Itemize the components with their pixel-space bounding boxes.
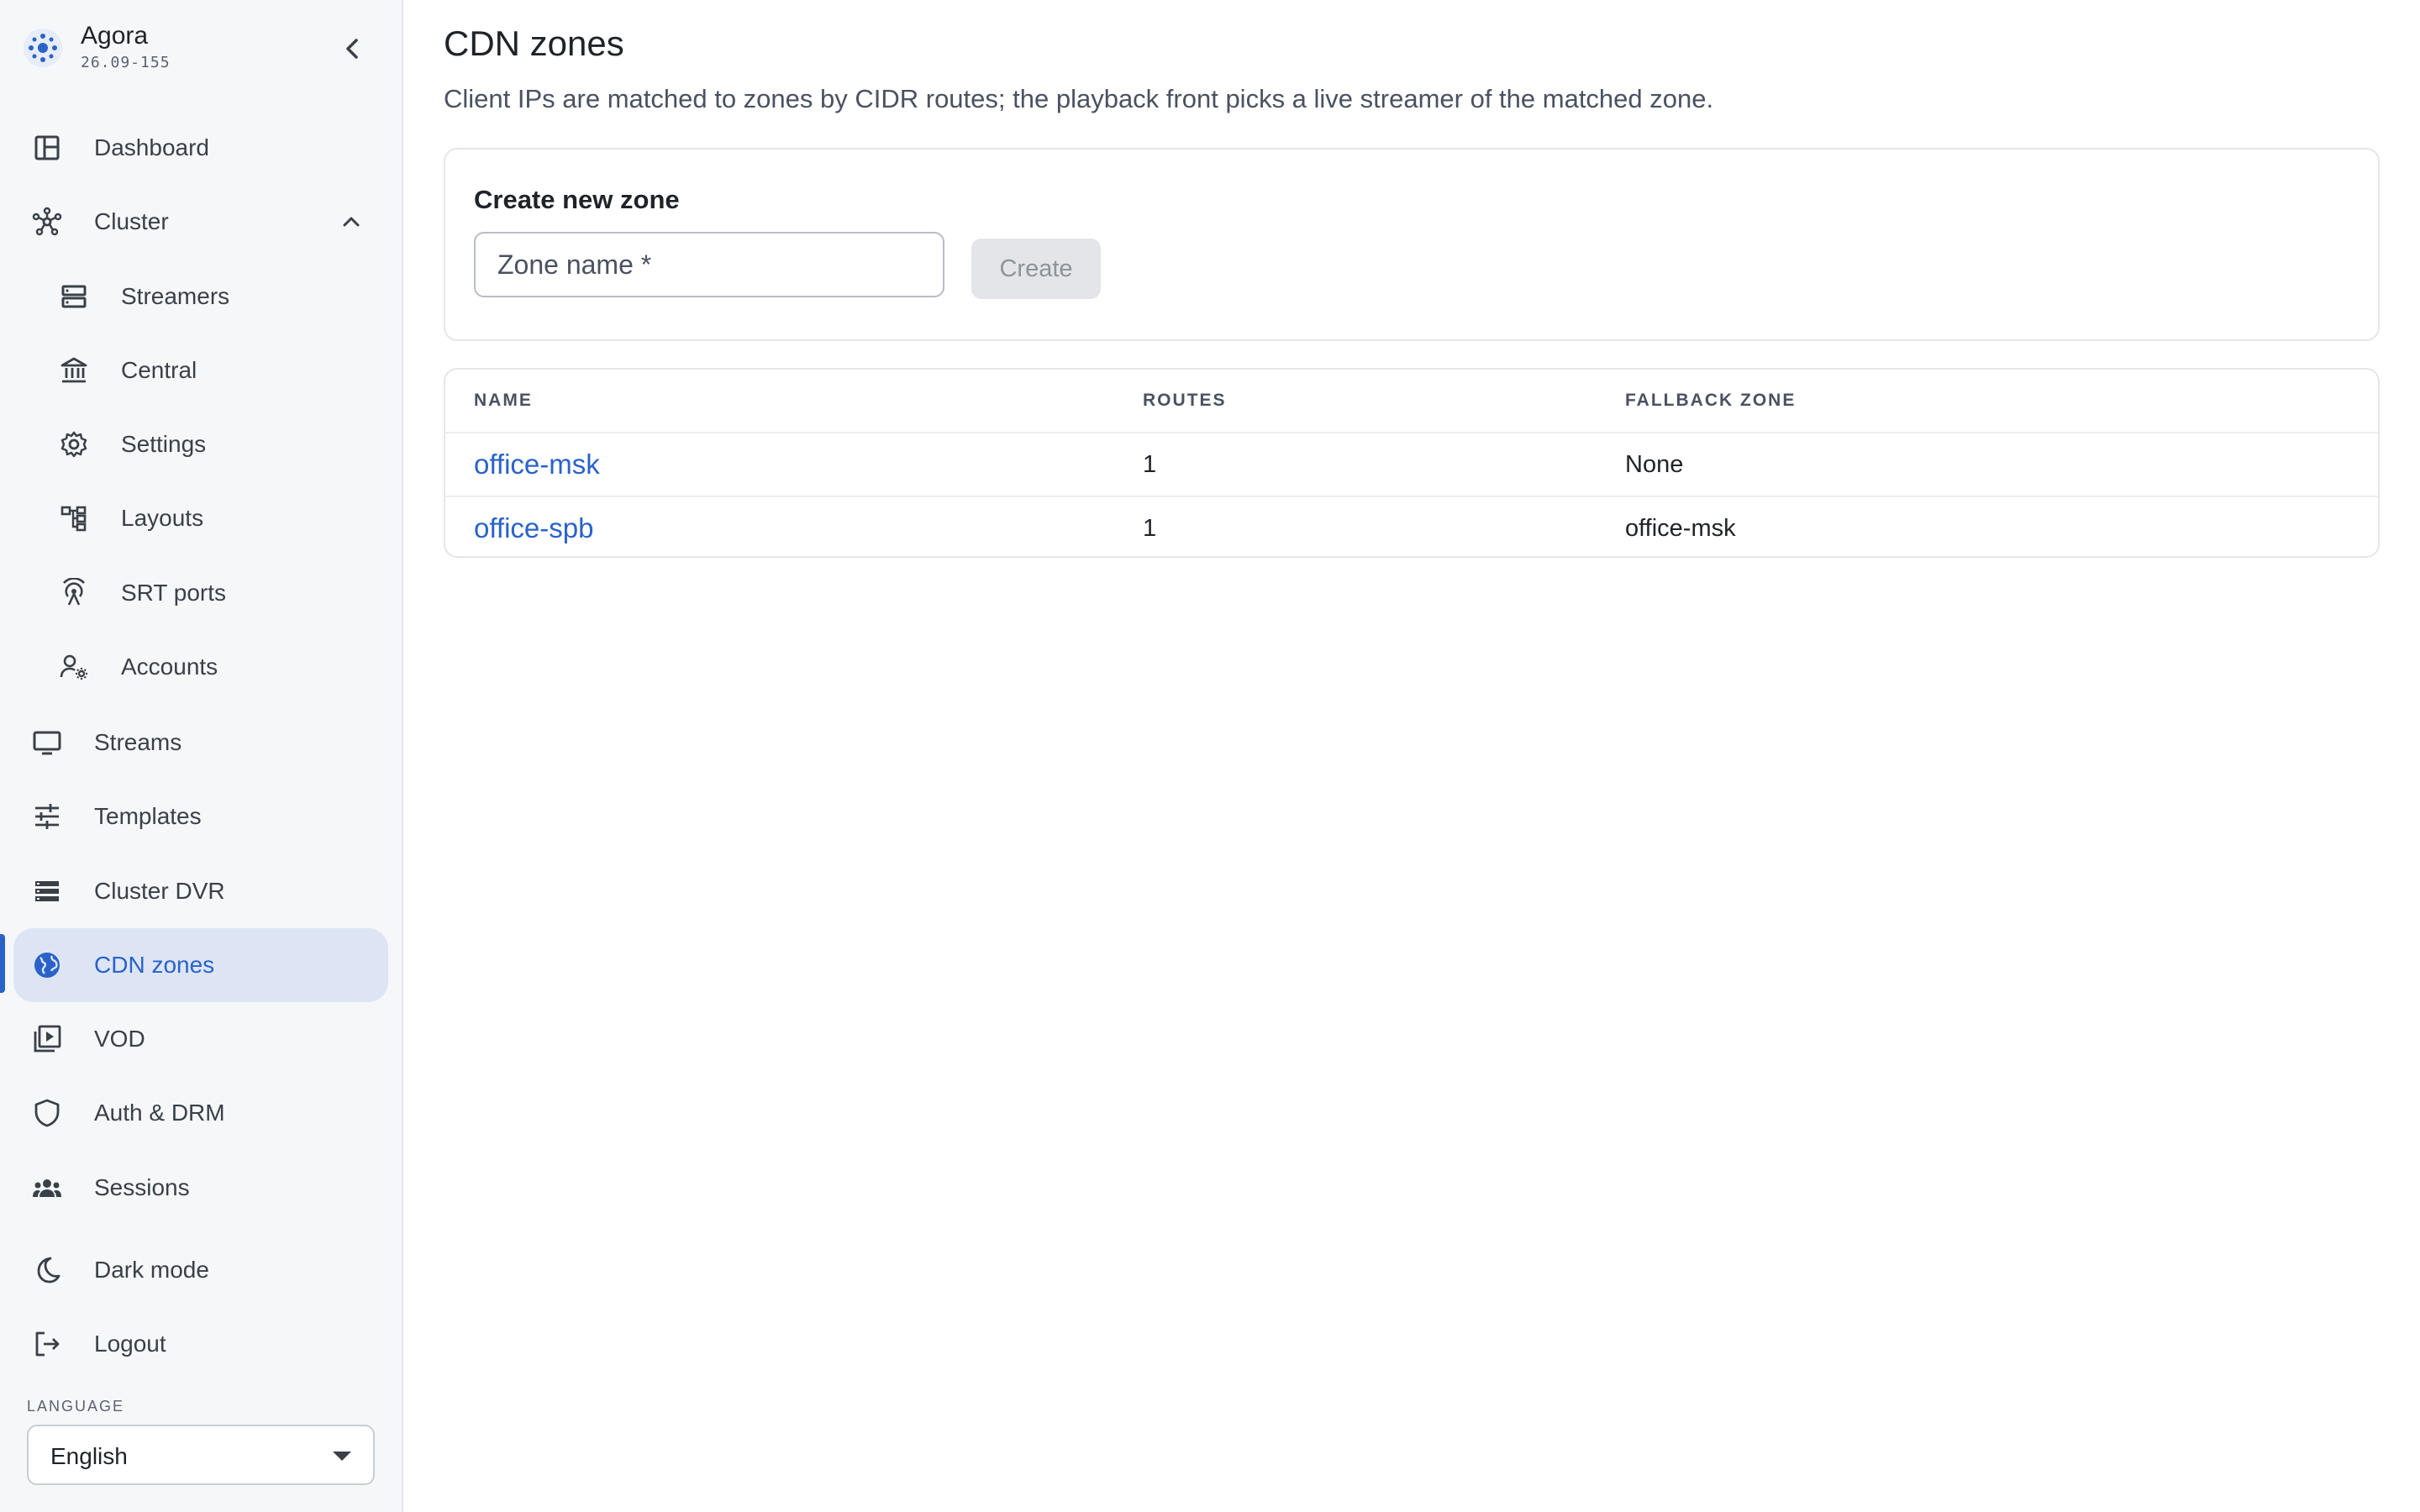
- dark-mode-toggle[interactable]: Dark mode: [13, 1233, 388, 1307]
- zone-routes-cell: 1: [1143, 433, 1625, 497]
- layout-tree-icon: [60, 506, 87, 532]
- nav-srt-ports-label: SRT ports: [121, 580, 227, 606]
- nav-sessions[interactable]: Sessions: [13, 1151, 388, 1225]
- globe-icon: [34, 953, 60, 978]
- nav-templates[interactable]: Templates: [13, 780, 388, 853]
- user-gear-icon: [60, 654, 87, 680]
- dark-mode-label: Dark mode: [94, 1257, 209, 1283]
- nav-dashboard[interactable]: Dashboard: [13, 111, 388, 185]
- sidebar: Agora 26.09-155 Dashboard Cluster Stream…: [0, 0, 403, 1512]
- table-row[interactable]: office-msk 1 None: [445, 433, 2378, 497]
- logout-icon: [35, 1331, 60, 1357]
- sliders-icon: [35, 804, 59, 829]
- active-indicator: [0, 934, 5, 993]
- language-label: LANGUAGE: [27, 1398, 125, 1415]
- nav-streams-label: Streams: [94, 729, 182, 755]
- moon-icon: [37, 1257, 60, 1284]
- zone-routes-cell: 1: [1143, 514, 1157, 542]
- nav-layouts[interactable]: Layouts: [13, 481, 388, 555]
- create-zone-card: Create new zone Create: [444, 148, 2380, 341]
- zones-table-card: NAME ROUTES FALLBACK ZONE office-msk 1 N…: [444, 368, 2380, 558]
- nav-auth-drm[interactable]: Auth & DRM: [13, 1076, 388, 1150]
- institution-icon: [60, 357, 87, 383]
- brand: Agora 26.09-155: [20, 18, 373, 77]
- column-header-name[interactable]: NAME: [445, 370, 1143, 433]
- chevron-up-icon: [343, 217, 360, 227]
- video-library-icon: [34, 1025, 61, 1053]
- nav-central[interactable]: Central: [13, 333, 388, 407]
- column-header-fallback[interactable]: FALLBACK ZONE: [1625, 370, 2378, 433]
- gear-icon: [60, 431, 87, 458]
- group-icon: [33, 1179, 61, 1197]
- broadcast-icon: [63, 578, 85, 606]
- page-title: CDN zones: [444, 24, 624, 63]
- zones-table: NAME ROUTES FALLBACK ZONE office-msk 1 N…: [445, 370, 2378, 556]
- nav-accounts-label: Accounts: [121, 654, 218, 680]
- collapse-sidebar-button[interactable]: [334, 30, 371, 67]
- zone-link[interactable]: office-msk: [474, 449, 600, 480]
- zone-fallback-cell: None: [1625, 433, 2378, 497]
- logout-label: Logout: [94, 1331, 166, 1357]
- server-icon: [61, 285, 87, 308]
- nav-settings[interactable]: Settings: [13, 407, 388, 481]
- zone-name-cell: office-spb: [445, 496, 1143, 556]
- nav-accounts[interactable]: Accounts: [13, 630, 388, 704]
- shield-icon: [34, 1099, 60, 1127]
- monitor-icon: [33, 731, 61, 755]
- nav-dashboard-label: Dashboard: [94, 134, 209, 160]
- nav-auth-drm-label: Auth & DRM: [94, 1100, 225, 1126]
- nav-vod[interactable]: VOD: [13, 1002, 388, 1076]
- zone-link[interactable]: office-spb: [474, 512, 593, 543]
- logo-icon: [24, 29, 62, 67]
- table-header-row: NAME ROUTES FALLBACK ZONE: [445, 370, 2378, 433]
- nav-sessions-label: Sessions: [94, 1174, 190, 1200]
- table-row[interactable]: office-spb 1 office-msk: [445, 496, 2378, 556]
- app-name: Agora: [81, 22, 149, 50]
- zone-name-input[interactable]: [474, 232, 944, 297]
- zone-fallback-cell: office-msk: [1625, 514, 1736, 542]
- chevron-left-icon: [346, 39, 358, 59]
- nav-streams[interactable]: Streams: [13, 706, 388, 780]
- caret-down-icon: [333, 1452, 351, 1461]
- page-subtitle: Client IPs are matched to zones by CIDR …: [444, 84, 1714, 113]
- nav-cluster-dvr-label: Cluster DVR: [94, 878, 225, 904]
- nav-layouts-label: Layouts: [121, 505, 204, 531]
- zone-name-cell: office-msk: [445, 433, 1143, 497]
- nav-srt-ports[interactable]: SRT ports: [13, 556, 388, 630]
- nav-cluster-dvr[interactable]: Cluster DVR: [13, 854, 388, 928]
- nav-cdn-zones-label: CDN zones: [94, 952, 215, 978]
- create-button[interactable]: Create: [971, 239, 1101, 299]
- nav-streamers[interactable]: Streamers: [13, 260, 388, 333]
- dashboard-icon: [34, 135, 60, 160]
- nav-cdn-zones[interactable]: CDN zones: [13, 928, 388, 1002]
- app-version: 26.09-155: [81, 54, 171, 71]
- nav-cluster[interactable]: Cluster: [13, 185, 388, 259]
- column-header-routes[interactable]: ROUTES: [1143, 370, 1625, 433]
- nav-streamers-label: Streamers: [121, 283, 230, 309]
- language-value: English: [50, 1443, 128, 1469]
- nav-templates-label: Templates: [94, 803, 202, 829]
- nav-central-label: Central: [121, 357, 197, 383]
- logout-button[interactable]: Logout: [13, 1307, 388, 1381]
- nav-cluster-label: Cluster: [94, 208, 169, 234]
- nav-settings-label: Settings: [121, 431, 207, 457]
- storage-icon: [35, 881, 59, 901]
- cluster-icon: [32, 207, 62, 236]
- nav-vod-label: VOD: [94, 1026, 145, 1052]
- create-zone-title: Create new zone: [474, 185, 680, 214]
- language-select[interactable]: English: [27, 1425, 375, 1485]
